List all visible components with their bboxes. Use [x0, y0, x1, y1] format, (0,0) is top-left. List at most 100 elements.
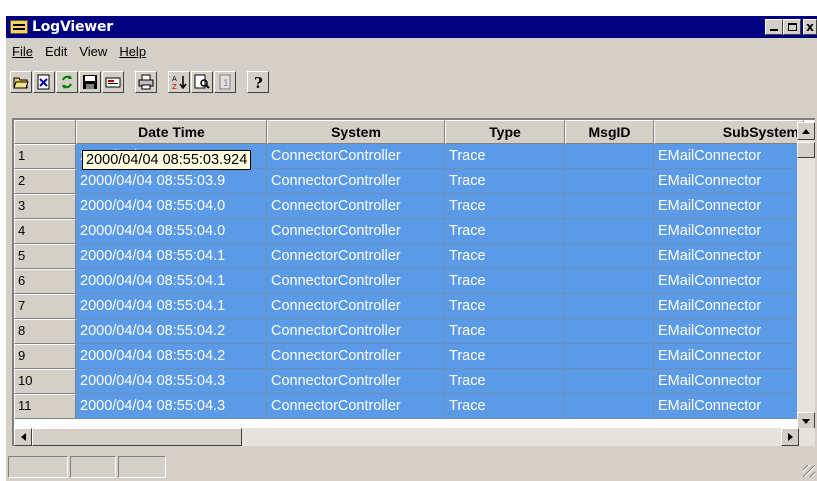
cell-type[interactable]: Trace	[445, 394, 565, 419]
menu-view[interactable]: View	[73, 44, 113, 59]
cell-datetime[interactable]: 2000/04/04 08:55:04.3	[76, 394, 267, 419]
cell-type[interactable]: Trace	[445, 344, 565, 369]
minimize-button[interactable]	[765, 19, 783, 35]
table-row[interactable]: 10 2000/04/04 08:55:04.3 ConnectorControll…	[14, 369, 804, 394]
row-number[interactable]: 2	[14, 169, 76, 194]
column-header-datetime[interactable]: Date Time	[76, 120, 267, 144]
open-button[interactable]	[10, 71, 32, 93]
table-row[interactable]: 3 2000/04/04 08:55:04.0 ConnectorControlle…	[14, 194, 804, 219]
row-number[interactable]: 3	[14, 194, 76, 219]
cell-system[interactable]: ConnectorController	[267, 219, 445, 244]
table-row[interactable]: 2 2000/04/04 08:55:03.9 ConnectorControlle…	[14, 169, 804, 194]
cell-subsystem[interactable]: EMailConnector	[654, 194, 804, 219]
cell-datetime[interactable]: 2000/04/04 08:55:04.3	[76, 369, 267, 394]
cell-msgid[interactable]	[565, 269, 654, 294]
cell-msgid[interactable]	[565, 294, 654, 319]
column-header-type[interactable]: Type	[445, 120, 565, 144]
table-row[interactable]: 4 2000/04/04 08:55:04.0 ConnectorControlle…	[14, 219, 804, 244]
cell-subsystem[interactable]: EMailConnector	[654, 394, 804, 419]
row-number[interactable]: 4	[14, 219, 76, 244]
cell-datetime[interactable]: 2000/04/04 08:55:03.9	[76, 169, 267, 194]
cell-subsystem[interactable]: EMailConnector	[654, 344, 804, 369]
cell-system[interactable]: ConnectorController	[267, 319, 445, 344]
cell-subsystem[interactable]: EMailConnector	[654, 169, 804, 194]
cell-system[interactable]: ConnectorController	[267, 294, 445, 319]
cell-type[interactable]: Trace	[445, 244, 565, 269]
resize-grip[interactable]	[803, 465, 815, 477]
cell-datetime[interactable]: 2000/04/04 08:55:04.1	[76, 244, 267, 269]
column-header-subsystem[interactable]: SubSystem	[654, 120, 804, 144]
cell-msgid[interactable]	[565, 369, 654, 394]
cell-msgid[interactable]	[565, 219, 654, 244]
row-number[interactable]: 11	[14, 394, 76, 419]
cell-system[interactable]: ConnectorController	[267, 144, 445, 169]
cell-type[interactable]: Trace	[445, 369, 565, 394]
row-number[interactable]: 5	[14, 244, 76, 269]
help-button[interactable]: ?	[247, 71, 269, 93]
cell-type[interactable]: Trace	[445, 269, 565, 294]
cell-subsystem[interactable]: EMailConnector	[654, 219, 804, 244]
cell-datetime[interactable]: 2000/04/04 08:55:04.1	[76, 294, 267, 319]
cell-subsystem[interactable]: EMailConnector	[654, 319, 804, 344]
cell-type[interactable]: Trace	[445, 194, 565, 219]
scroll-up-button[interactable]	[797, 122, 815, 140]
cell-msgid[interactable]	[565, 344, 654, 369]
cell-system[interactable]: ConnectorController	[267, 194, 445, 219]
column-header-msgid[interactable]: MsgID	[565, 120, 654, 144]
row-header-corner[interactable]	[14, 120, 76, 144]
row-number[interactable]: 8	[14, 319, 76, 344]
app-icon[interactable]	[10, 20, 28, 34]
cell-datetime[interactable]: 2000/04/04 08:55:04.2	[76, 319, 267, 344]
table-row[interactable]: 8 2000/04/04 08:55:04.2 ConnectorControlle…	[14, 319, 804, 344]
close-button[interactable]: x	[803, 19, 817, 35]
table-row[interactable]: 7 2000/04/04 08:55:04.1 ConnectorControlle…	[14, 294, 804, 319]
row-number[interactable]: 9	[14, 344, 76, 369]
menu-help[interactable]: Help	[113, 44, 152, 59]
cell-system[interactable]: ConnectorController	[267, 244, 445, 269]
cell-msgid[interactable]	[565, 144, 654, 169]
cell-datetime[interactable]: 2000/04/04 08:55:04.0	[76, 219, 267, 244]
vertical-scrollbar[interactable]	[797, 122, 815, 430]
cell-subsystem[interactable]: EMailConnector	[654, 144, 804, 169]
row-number[interactable]: 1	[14, 144, 76, 169]
cell-datetime[interactable]: 2000/04/04 08:55:04.2	[76, 344, 267, 369]
column-header-system[interactable]: System	[267, 120, 445, 144]
row-number[interactable]: 6	[14, 269, 76, 294]
save-button[interactable]	[79, 71, 101, 93]
cell-type[interactable]: Trace	[445, 144, 565, 169]
cell-system[interactable]: ConnectorController	[267, 369, 445, 394]
table-row[interactable]: 6 2000/04/04 08:55:04.1 ConnectorControlle…	[14, 269, 804, 294]
cell-msgid[interactable]	[565, 244, 654, 269]
horizontal-scroll-thumb[interactable]	[32, 428, 242, 446]
clear-button[interactable]	[33, 71, 55, 93]
horizontal-scrollbar[interactable]	[14, 428, 815, 446]
row-number[interactable]: 7	[14, 294, 76, 319]
cell-msgid[interactable]	[565, 194, 654, 219]
cell-type[interactable]: Trace	[445, 294, 565, 319]
cell-datetime[interactable]: 2000/04/04 08:55:04.0	[76, 194, 267, 219]
cell-subsystem[interactable]: EMailConnector	[654, 269, 804, 294]
cell-msgid[interactable]	[565, 319, 654, 344]
maximize-button[interactable]	[783, 19, 801, 35]
cell-datetime[interactable]: 2000/04/04 08:55:04.1	[76, 269, 267, 294]
scroll-right-button[interactable]	[781, 428, 799, 446]
menu-edit[interactable]: Edit	[39, 44, 73, 59]
cell-msgid[interactable]	[565, 169, 654, 194]
cell-system[interactable]: ConnectorController	[267, 169, 445, 194]
properties-button[interactable]: 1	[214, 71, 236, 93]
scroll-left-button[interactable]	[14, 428, 32, 446]
cell-msgid[interactable]	[565, 394, 654, 419]
cell-system[interactable]: ConnectorController	[267, 344, 445, 369]
cell-system[interactable]: ConnectorController	[267, 269, 445, 294]
menu-file[interactable]: File	[6, 44, 39, 59]
row-number[interactable]: 10	[14, 369, 76, 394]
log-grid[interactable]: Date Time System Type MsgID SubSystem 12…	[12, 118, 815, 446]
refresh-button[interactable]	[56, 71, 78, 93]
cell-type[interactable]: Trace	[445, 219, 565, 244]
table-row[interactable]: 11 2000/04/04 08:55:04.3 ConnectorControll…	[14, 394, 804, 419]
print-button[interactable]	[135, 71, 157, 93]
cell-type[interactable]: Trace	[445, 169, 565, 194]
cell-system[interactable]: ConnectorController	[267, 394, 445, 419]
cell-subsystem[interactable]: EMailConnector	[654, 244, 804, 269]
find-button[interactable]	[191, 71, 213, 93]
